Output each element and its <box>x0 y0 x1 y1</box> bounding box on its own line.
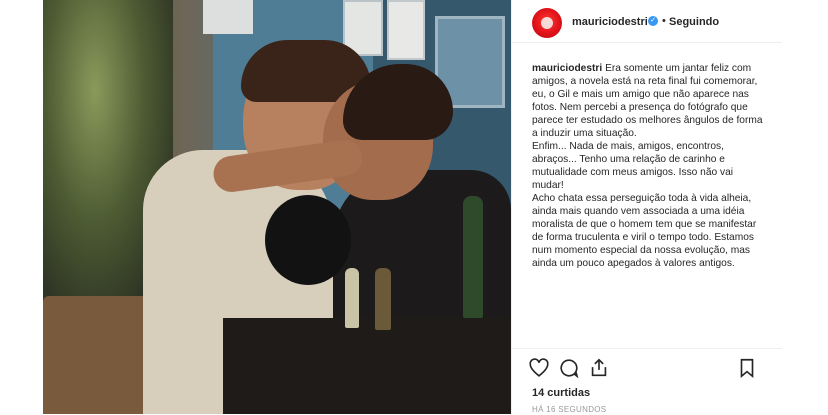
verified-badge-icon: ✓ <box>648 16 658 26</box>
wall-picture-frame <box>203 0 253 34</box>
likes-count[interactable]: 14 curtidas <box>532 387 590 399</box>
post-side-panel: mauriciodestri ✓ • Seguindo mauriciodest… <box>511 0 782 414</box>
bottle <box>375 268 391 330</box>
caption-paragraph: Enfim... Nada de mais, amigos, encontros… <box>532 141 734 191</box>
post-timestamp: HÁ 16 SEGUNDOS <box>532 405 607 414</box>
post-actions-bar: 14 curtidas HÁ 16 SEGUNDOS <box>512 348 782 415</box>
post-photo <box>43 0 511 414</box>
following-button[interactable]: Seguindo <box>669 16 719 28</box>
caption-paragraph: Era somente um jantar feliz com amigos, … <box>532 63 763 139</box>
bottle <box>463 196 483 318</box>
cap <box>265 195 351 285</box>
separator-dot: • <box>662 15 666 27</box>
heart-icon[interactable] <box>528 357 550 379</box>
caption-paragraph: Acho chata essa perseguição toda à vida … <box>532 193 757 269</box>
bookmark-icon[interactable] <box>736 357 758 379</box>
username-link[interactable]: mauriciodestri <box>572 16 648 28</box>
caption-username-link[interactable]: mauriciodestri <box>532 63 602 74</box>
wall-picture-frame <box>387 0 425 60</box>
comment-icon[interactable] <box>558 357 580 379</box>
post-caption: mauriciodestri Era somente um jantar fel… <box>532 62 766 270</box>
bottle <box>345 268 359 328</box>
post-header: mauriciodestri ✓ • Seguindo <box>512 0 782 43</box>
share-icon[interactable] <box>588 357 610 379</box>
table <box>223 318 511 414</box>
avatar[interactable] <box>532 8 562 38</box>
